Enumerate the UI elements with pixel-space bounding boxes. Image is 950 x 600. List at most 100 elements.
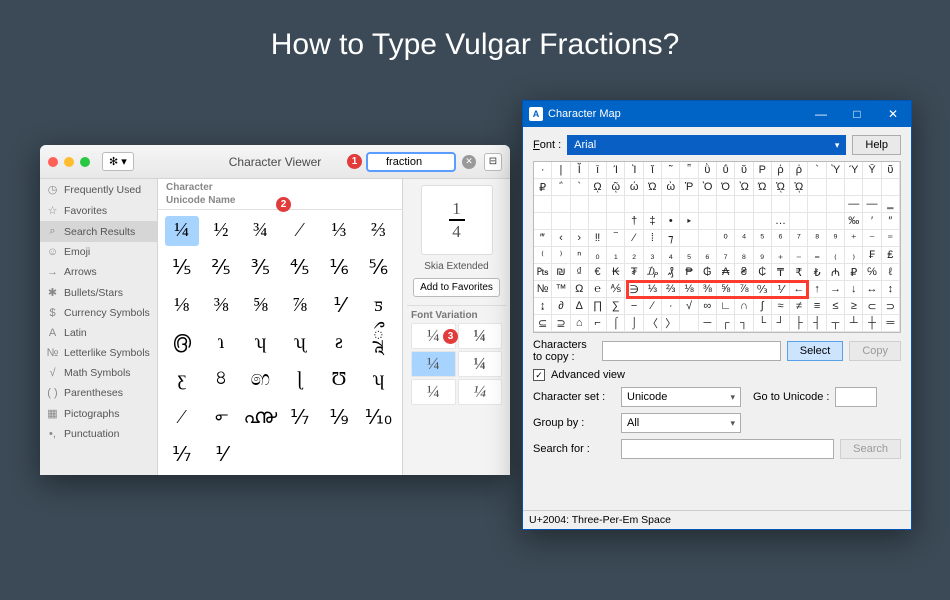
charmap-cell[interactable]: ⁽: [534, 247, 552, 264]
charmap-cell[interactable]: [882, 179, 900, 196]
select-button[interactable]: Select: [787, 341, 844, 361]
char-cell[interactable]: ⅟: [322, 290, 356, 320]
charmap-cell[interactable]: ∂: [552, 298, 570, 315]
charmap-cell[interactable]: ₅: [680, 247, 698, 264]
charmap-cell[interactable]: ₣: [863, 247, 881, 264]
charmap-cell[interactable]: ⁰: [717, 230, 735, 247]
charmap-cell[interactable]: ₋: [790, 247, 808, 264]
charmap-cell[interactable]: ↓: [845, 281, 863, 298]
charmap-cell[interactable]: Ύ: [845, 162, 863, 179]
char-cell[interactable]: ཷ: [361, 327, 395, 357]
char-cell[interactable]: ⅟: [204, 439, 238, 469]
charmap-cell[interactable]: ═: [882, 315, 900, 332]
charmap-cell[interactable]: ₸: [772, 264, 790, 281]
charmap-cell[interactable]: ₇: [717, 247, 735, 264]
charmap-cell[interactable]: 〉: [662, 315, 680, 332]
char-cell[interactable]: ⅜: [204, 290, 238, 320]
charmap-cell[interactable]: ≠: [790, 298, 808, 315]
advanced-view-checkbox[interactable]: ✓: [533, 369, 545, 381]
charmap-cell[interactable]: ῢ: [699, 162, 717, 179]
charmap-cell[interactable]: ₺: [808, 264, 826, 281]
sidebar-item-pictographs[interactable]: ▦Pictographs: [40, 403, 157, 424]
font-select[interactable]: Arial: [567, 135, 846, 155]
search-for-input[interactable]: [621, 439, 834, 459]
char-cell[interactable]: ൫: [165, 327, 199, 357]
clear-search-icon[interactable]: ✕: [462, 155, 476, 169]
charmap-cell[interactable]: ⅍: [607, 281, 625, 298]
charmap-cell[interactable]: ┬: [827, 315, 845, 332]
charmap-cell[interactable]: [680, 230, 698, 247]
charmap-cell[interactable]: [589, 213, 607, 230]
minimize-icon[interactable]: —: [803, 101, 839, 127]
charmap-cell[interactable]: →: [827, 281, 845, 298]
charmap-cell[interactable]: •: [662, 213, 680, 230]
zoom-icon[interactable]: [80, 157, 90, 167]
goto-unicode-input[interactable]: [835, 387, 877, 407]
charmap-cell[interactable]: ₭: [607, 264, 625, 281]
charmap-cell[interactable]: ∏: [589, 298, 607, 315]
charmap-cell[interactable]: Ῥ: [680, 179, 698, 196]
charmap-cell[interactable]: [571, 213, 589, 230]
char-cell[interactable]: ⅕: [165, 253, 199, 283]
charmap-cell[interactable]: ⁵: [754, 230, 772, 247]
charmap-cell[interactable]: ῐ: [644, 162, 662, 179]
charmap-cell[interactable]: ≈: [772, 298, 790, 315]
char-cell[interactable]: ⅐: [283, 402, 317, 432]
char-cell[interactable]: ƨ: [322, 327, 356, 357]
charmap-cell[interactable]: Ώ: [754, 179, 772, 196]
charmap-cell[interactable]: [589, 196, 607, 213]
char-cell[interactable]: ʮ: [361, 365, 395, 395]
charmap-cell[interactable]: ‗: [882, 196, 900, 213]
maximize-icon[interactable]: □: [839, 101, 875, 127]
char-cell[interactable]: ⅗: [243, 253, 277, 283]
char-cell[interactable]: ⁄: [165, 402, 199, 432]
sidebar-item-math-symbols[interactable]: √Math Symbols: [40, 363, 157, 383]
charmap-cell[interactable]: ⅟: [772, 281, 790, 298]
charmap-cell[interactable]: ₲: [699, 264, 717, 281]
char-cell[interactable]: ʮ: [243, 327, 277, 357]
charmap-cell[interactable]: ₍: [827, 247, 845, 264]
sidebar-item-frequently-used[interactable]: ◷Frequently Used: [40, 179, 157, 200]
search-input[interactable]: [366, 152, 456, 172]
charmap-cell[interactable]: ⊃: [882, 298, 900, 315]
charmap-cell[interactable]: ┼: [863, 315, 881, 332]
char-cell[interactable]: ⅓: [322, 216, 356, 246]
font-variation-cell[interactable]: ¼: [411, 379, 456, 405]
charmap-cell[interactable]: ‣: [680, 213, 698, 230]
charmap-cell[interactable]: ὼ: [662, 179, 680, 196]
charmap-cell[interactable]: ″: [882, 213, 900, 230]
charmap-cell[interactable]: ⅓: [644, 281, 662, 298]
charmap-cell[interactable]: [808, 179, 826, 196]
charmap-cell[interactable]: ∙: [662, 298, 680, 315]
charmap-cell[interactable]: [662, 196, 680, 213]
charmap-cell[interactable]: ⁊: [662, 230, 680, 247]
char-cell[interactable]: [243, 439, 277, 469]
charmap-cell[interactable]: ῦ: [882, 162, 900, 179]
charmap-cell[interactable]: [827, 196, 845, 213]
charmap-cell[interactable]: €: [589, 264, 607, 281]
charmap-cell[interactable]: ⊂: [863, 298, 881, 315]
charmap-cell[interactable]: ₎: [845, 247, 863, 264]
charmap-cell[interactable]: ₄: [662, 247, 680, 264]
charmap-cell[interactable]: ⁷: [790, 230, 808, 247]
charmap-cell[interactable]: ·: [534, 162, 552, 179]
charmap-cell[interactable]: Ὺ: [827, 162, 845, 179]
charmap-cell[interactable]: Ρ: [754, 162, 772, 179]
sidebar-item-currency-symbols[interactable]: $Currency Symbols: [40, 303, 157, 323]
charmap-cell[interactable]: ₱: [680, 264, 698, 281]
help-button[interactable]: Help: [852, 135, 901, 155]
collapse-icon[interactable]: ⊟: [484, 153, 502, 171]
charmap-cell[interactable]: ῑ: [589, 162, 607, 179]
groupby-select[interactable]: All: [621, 413, 741, 433]
charmap-cell[interactable]: [717, 213, 735, 230]
char-cell[interactable]: ƹ: [165, 365, 199, 395]
char-cell[interactable]: ⅝: [243, 290, 277, 320]
charmap-cell[interactable]: ∑: [607, 298, 625, 315]
charmap-cell[interactable]: [699, 213, 717, 230]
charmap-cell[interactable]: Ό: [717, 179, 735, 196]
charmap-cell[interactable]: ―: [863, 196, 881, 213]
char-cell[interactable]: ⅒: [361, 402, 395, 432]
char-cell[interactable]: ½: [204, 216, 238, 246]
charmap-cell[interactable]: ₁: [607, 247, 625, 264]
gear-menu-button[interactable]: ✻ ▾: [102, 152, 134, 171]
